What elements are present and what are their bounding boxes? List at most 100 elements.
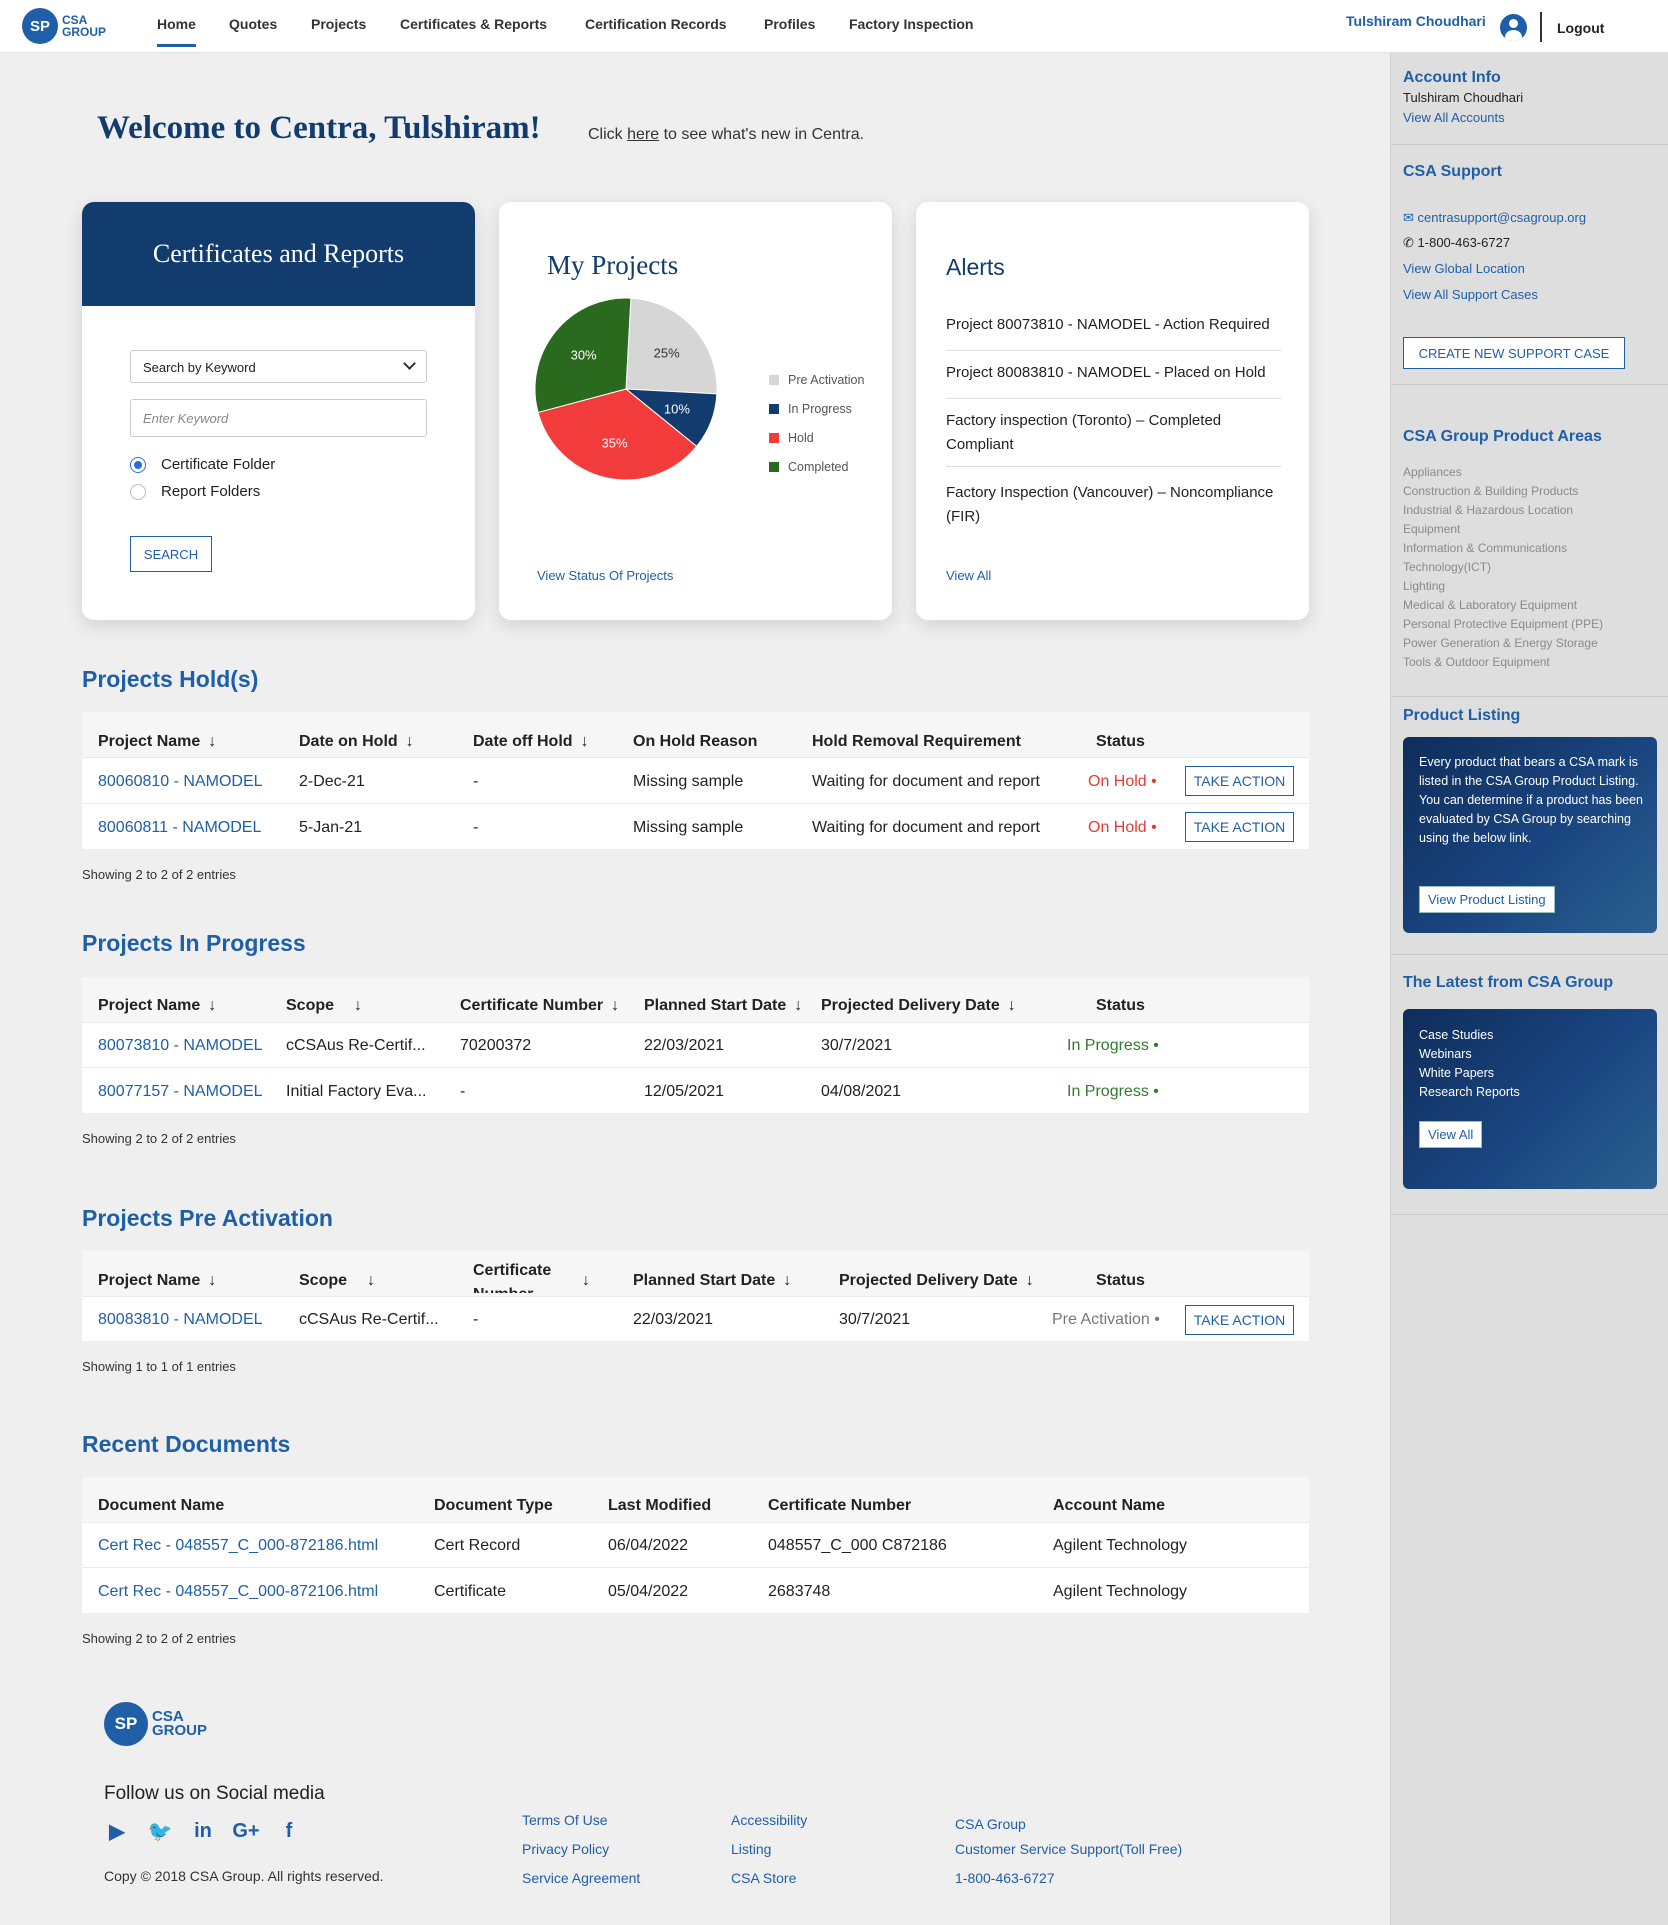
legend-swatch [769, 433, 779, 443]
column-header[interactable]: Date on Hold ↓ [299, 733, 414, 751]
nav-quotes[interactable]: Quotes [229, 16, 277, 47]
keyword-input[interactable]: Enter Keyword [130, 399, 427, 437]
project-link[interactable]: 80083810 - NAMODEL [98, 1311, 263, 1329]
product-area-link[interactable]: Personal Protective Equipment (PPE) [1403, 617, 1603, 631]
youtube-icon[interactable]: ▶ [104, 1818, 130, 1844]
product-area-link[interactable]: Appliances [1403, 465, 1462, 479]
support-email-link[interactable]: ✉ centrasupport@csagroup.org [1403, 210, 1586, 226]
document-link[interactable]: Cert Rec - 048557_C_000-872186.html [98, 1537, 378, 1555]
view-all-alerts-link[interactable]: View All [946, 568, 991, 583]
nav-home[interactable]: Home [157, 16, 196, 47]
listing-link[interactable]: Listing [731, 1841, 771, 1857]
entries-count: Showing 2 to 2 of 2 entries [82, 1131, 236, 1146]
user-name[interactable]: Tulshiram Choudhari [1346, 13, 1486, 29]
support-phone[interactable]: ✆ 1-800-463-6727 [1403, 235, 1510, 251]
search-type-select[interactable]: Search by Keyword [130, 350, 427, 383]
column-header[interactable]: Project Name ↓ [98, 1272, 216, 1290]
nav-divider [1540, 12, 1542, 42]
column-header[interactable]: Planned Start Date ↓ [633, 1272, 791, 1290]
nav-projects[interactable]: Projects [311, 16, 366, 47]
product-area-link[interactable]: Medical & Laboratory Equipment [1403, 598, 1577, 612]
nav-certificates-reports[interactable]: Certificates & Reports [400, 16, 547, 47]
view-product-listing-button[interactable]: View Product Listing [1419, 886, 1555, 913]
product-area-link[interactable]: Equipment [1403, 522, 1460, 536]
view-all-accounts-link[interactable]: View All Accounts [1403, 110, 1505, 125]
radio-checked-icon [130, 456, 146, 473]
take-action-button[interactable]: TAKE ACTION [1185, 766, 1294, 796]
column-header[interactable]: Projected Delivery Date ↓ [839, 1272, 1034, 1290]
csa-group-link[interactable]: CSA Group [955, 1816, 1026, 1832]
hold-requirement: Waiting for document and report [812, 819, 1040, 836]
nav-certification-records[interactable]: Certification Records [585, 16, 727, 47]
column-header[interactable]: Projected Delivery Date ↓ [821, 997, 1016, 1015]
whats-new-link[interactable]: here [627, 126, 659, 143]
alert-item[interactable]: Factory inspection (Toronto) – Completed… [946, 409, 1281, 457]
document-link[interactable]: Cert Rec - 048557_C_000-872106.html [98, 1583, 378, 1601]
follow-social-label: Follow us on Social media [104, 1783, 325, 1804]
certificate-number: 70200372 [460, 1037, 532, 1054]
column-header[interactable]: Project Name ↓ [98, 733, 216, 751]
alert-item[interactable]: Factory Inspection (Vancouver) – Noncomp… [946, 481, 1281, 529]
privacy-policy-link[interactable]: Privacy Policy [522, 1841, 609, 1857]
column-header[interactable]: Date off Hold ↓ [473, 733, 589, 751]
accessibility-link[interactable]: Accessibility [731, 1812, 807, 1828]
project-link[interactable]: 80077157 - NAMODEL [98, 1083, 263, 1101]
product-area-link[interactable]: Tools & Outdoor Equipment [1403, 655, 1550, 669]
radio-report-folders[interactable]: Report Folders [130, 483, 260, 500]
column-header[interactable]: Project Name ↓ [98, 997, 216, 1015]
create-support-case-button[interactable]: CREATE NEW SUPPORT CASE [1403, 337, 1625, 369]
sort-arrow-icon[interactable]: ↓ [574, 1272, 590, 1290]
view-all-latest-button[interactable]: View All [1419, 1121, 1483, 1148]
product-area-link[interactable]: Lighting [1403, 579, 1445, 593]
terms-of-use-link[interactable]: Terms Of Use [522, 1812, 608, 1828]
logout-link[interactable]: Logout [1557, 20, 1604, 36]
take-action-button[interactable]: TAKE ACTION [1185, 812, 1294, 842]
footer-csa-logo[interactable]: SP CSA GROUP [104, 1702, 207, 1746]
view-status-projects-link[interactable]: View Status Of Projects [537, 568, 673, 583]
product-area-link[interactable]: Technology(ICT) [1403, 560, 1491, 574]
column-header[interactable]: Scope ↓ [299, 1272, 375, 1290]
search-button[interactable]: SEARCH [130, 536, 212, 572]
linkedin-icon[interactable]: in [190, 1818, 216, 1844]
projects-pre-activation-table: Project Name↓ Scope↓ Certificate Number … [82, 1251, 1309, 1341]
service-agreement-link[interactable]: Service Agreement [522, 1870, 640, 1886]
user-avatar-icon[interactable] [1500, 14, 1527, 41]
view-global-location-link[interactable]: View Global Location [1403, 261, 1525, 276]
csa-group-logo[interactable]: SP CSA GROUP [22, 8, 106, 44]
product-area-link[interactable]: Industrial & Hazardous Location [1403, 503, 1573, 517]
sort-arrow-icon: ↓ [1025, 1272, 1034, 1289]
pie-slice-label: 35% [602, 435, 628, 450]
date-off-hold: - [473, 773, 479, 790]
product-area-link[interactable]: Information & Communications [1403, 541, 1567, 555]
product-listing-text: Every product that bears a CSA mark is l… [1419, 755, 1643, 845]
twitter-icon[interactable]: 🐦 [147, 1818, 173, 1844]
alert-item[interactable]: Project 80073810 - NAMODEL - Action Requ… [946, 313, 1281, 337]
column-header: Hold Removal Requirement [812, 733, 1021, 750]
alert-item[interactable]: Project 80083810 - NAMODEL - Placed on H… [946, 361, 1281, 385]
project-link[interactable]: 80060810 - NAMODEL [98, 773, 263, 791]
footer-phone-link[interactable]: 1-800-463-6727 [955, 1870, 1055, 1886]
radio-certificate-folder[interactable]: Certificate Folder [130, 456, 275, 473]
recent-documents-table: Document Name Document Type Last Modifie… [82, 1477, 1309, 1613]
legend-swatch [769, 404, 779, 414]
view-support-cases-link[interactable]: View All Support Cases [1403, 287, 1538, 302]
product-area-link[interactable]: Construction & Building Products [1403, 484, 1578, 498]
project-link[interactable]: 80060811 - NAMODEL [98, 819, 261, 837]
column-header[interactable]: Certificate Number ↓ [460, 997, 619, 1015]
nav-factory-inspection[interactable]: Factory Inspection [849, 16, 973, 47]
column-header: Document Name [98, 1497, 225, 1514]
nav-profiles[interactable]: Profiles [764, 16, 815, 47]
sort-arrow-icon: ↓ [611, 997, 620, 1014]
project-link[interactable]: 80073810 - NAMODEL [98, 1037, 263, 1055]
take-action-button[interactable]: TAKE ACTION [1185, 1305, 1294, 1335]
google-plus-icon[interactable]: G+ [232, 1818, 259, 1844]
csa-store-link[interactable]: CSA Store [731, 1870, 796, 1886]
column-header: Account Name [1053, 1497, 1166, 1514]
facebook-icon[interactable]: f [276, 1818, 302, 1844]
column-header[interactable]: Scope ↓ [286, 997, 362, 1015]
product-area-link[interactable]: Power Generation & Energy Storage [1403, 636, 1598, 650]
sort-arrow-icon: ↓ [208, 1272, 217, 1289]
projects-progress-title: Projects In Progress [82, 930, 306, 956]
customer-service-link[interactable]: Customer Service Support(Toll Free) [955, 1841, 1182, 1857]
column-header[interactable]: Planned Start Date ↓ [644, 997, 802, 1015]
